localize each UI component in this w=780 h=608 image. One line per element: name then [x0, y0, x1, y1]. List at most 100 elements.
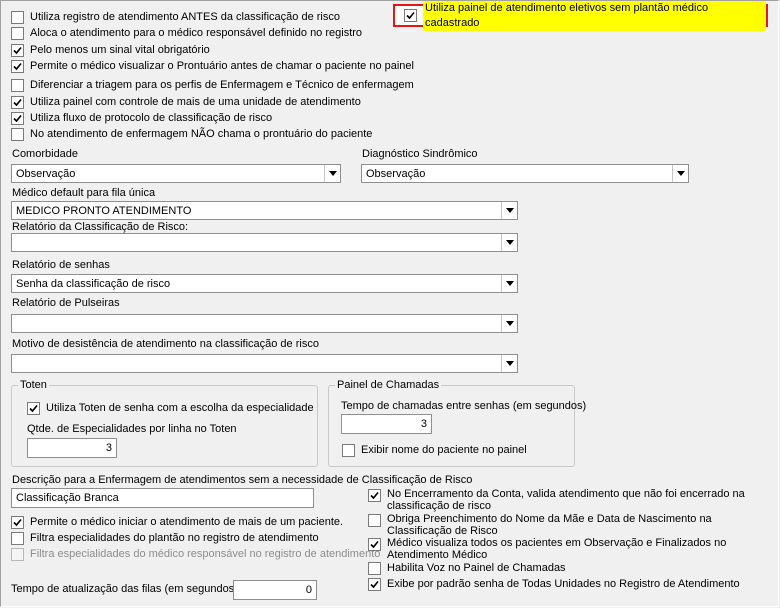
toten-group-title: Toten [18, 379, 49, 392]
checkbox-label: No atendimento de enfermagem NÃO chama o… [30, 128, 373, 140]
checkmark-icon [370, 580, 379, 588]
checkbox-checkboxes-top-2[interactable]: Pelo menos um sinal vital obrigatório [11, 43, 210, 57]
checkbox-box[interactable] [11, 59, 24, 73]
checkbox-box[interactable] [11, 43, 24, 57]
descricao-input[interactable]: Classificação Branca [11, 488, 314, 508]
checkbox-box[interactable] [11, 111, 24, 125]
checkbox-box [11, 547, 24, 561]
relatorio-pulseiras-select[interactable] [11, 314, 518, 333]
checkmark-icon [29, 404, 38, 412]
checkbox-checkboxes-top-3[interactable]: Permite o médico visualizar o Prontuário… [11, 59, 414, 73]
checkbox-painel-eletivos-label: Utiliza painel de atendimento eletivos s… [423, 0, 766, 31]
diagnostico-value: Observação [366, 167, 426, 180]
checkbox-painel-eletivos[interactable]: Utiliza painel de atendimento eletivos s… [395, 0, 766, 31]
relatorio-senhas-label: Relatório de senhas [12, 259, 110, 271]
relatorio-classificacao-select[interactable] [11, 233, 518, 252]
descricao-label: Descrição para a Enfermagem de atendimen… [12, 474, 473, 486]
checkbox-label: Filtra especialidades do plantão no regi… [30, 532, 319, 544]
comorbidade-dropdown-button[interactable] [324, 165, 340, 182]
diagnostico-dropdown-button[interactable] [672, 165, 688, 182]
checkbox-checkboxes-bottom-left-0[interactable]: Permite o médico iniciar o atendimento d… [11, 515, 343, 529]
checkbox-checkboxes-bottom-left-2: Filtra especialidades do médico responsá… [11, 547, 380, 561]
checkbox-checkboxes-bottom-right-0[interactable]: No Encerramento da Conta, valida atendim… [368, 488, 772, 512]
comorbidade-value: Observação [16, 167, 76, 180]
checkbox-checkboxes-top-7[interactable]: No atendimento de enfermagem NÃO chama o… [11, 127, 372, 141]
checkbox-label: Utiliza fluxo de protocolo de classifica… [30, 112, 273, 124]
checkmark-icon [13, 46, 22, 54]
chevron-down-icon [505, 281, 514, 286]
motivo-desistencia-label: Motivo de desistência de atendimento na … [12, 338, 319, 350]
checkbox-checkboxes-bottom-right-1[interactable]: Obriga Preenchimento do Nome da Mãe e Da… [368, 513, 772, 537]
diagnostico-select[interactable]: Observação [361, 164, 689, 183]
checkbox-box[interactable] [11, 78, 24, 92]
chevron-down-icon [505, 240, 514, 245]
checkbox-checkboxes-bottom-right-3[interactable]: Habilita Voz no Painel de Chamadas [368, 561, 566, 575]
checkbox-box[interactable] [368, 489, 381, 502]
checkbox-box[interactable] [11, 10, 24, 24]
relatorio-senhas-select[interactable]: Senha da classificação de risco [11, 274, 518, 293]
highlight-box: Utiliza painel de atendimento eletivos s… [393, 0, 768, 31]
chevron-down-icon [505, 208, 514, 213]
checkbox-checkboxes-top-0[interactable]: Utiliza registro de atendimento ANTES da… [11, 10, 340, 24]
checkbox-label: Médico visualiza todos os pacientes em O… [387, 537, 727, 561]
checkbox-box[interactable] [368, 538, 381, 551]
diagnostico-label: Diagnóstico Sindrômico [362, 148, 478, 160]
relatorio-pulseiras-label: Relatório de Pulseiras [12, 297, 120, 309]
checkbox-checkboxes-bottom-right-2[interactable]: Médico visualiza todos os pacientes em O… [368, 537, 772, 561]
checkbox-painel-eletivos-box[interactable] [404, 9, 417, 22]
checkbox-toten-especialidade-box[interactable] [27, 401, 40, 415]
checkmark-icon [13, 62, 22, 70]
checkbox-box[interactable] [11, 127, 24, 141]
tempo-chamadas-input[interactable]: 3 [341, 414, 432, 434]
checkbox-label: Pelo menos um sinal vital obrigatório [30, 44, 210, 56]
relatorio-senhas-dropdown-button[interactable] [501, 275, 517, 292]
checkbox-exibir-nome-label: Exibir nome do paciente no painel [361, 444, 527, 456]
medico-default-select[interactable]: MEDICO PRONTO ATENDIMENTO [11, 201, 518, 220]
checkbox-checkboxes-top-6[interactable]: Utiliza fluxo de protocolo de classifica… [11, 111, 272, 125]
qtde-especialidades-input[interactable]: 3 [27, 438, 117, 458]
checkbox-exibir-nome-box[interactable] [342, 443, 355, 457]
checkbox-box[interactable] [11, 95, 24, 109]
checkbox-checkboxes-top-1[interactable]: Aloca o atendimento para o médico respon… [11, 26, 362, 40]
relatorio-classificacao-dropdown-button[interactable] [501, 234, 517, 251]
checkbox-checkboxes-top-4[interactable]: Diferenciar a triagem para os perfis de … [11, 78, 414, 92]
comorbidade-select[interactable]: Observação [11, 164, 341, 183]
checkbox-box[interactable] [368, 514, 381, 527]
checkbox-toten-especialidade[interactable]: Utiliza Toten de senha com a escolha da … [27, 401, 314, 415]
checkbox-exibir-nome[interactable]: Exibir nome do paciente no painel [342, 443, 527, 457]
chevron-down-icon [328, 171, 337, 176]
checkbox-box[interactable] [368, 561, 381, 575]
checkbox-label: Permite o médico visualizar o Prontuário… [30, 60, 414, 72]
checkbox-checkboxes-bottom-right-4[interactable]: Exibe por padrão senha de Todas Unidades… [368, 577, 740, 591]
checkbox-label: Diferenciar a triagem para os perfis de … [30, 79, 414, 91]
relatorio-senhas-value: Senha da classificação de risco [16, 277, 171, 290]
motivo-desistencia-dropdown-button[interactable] [501, 355, 517, 372]
comorbidade-label: Comorbidade [12, 148, 79, 160]
checkbox-box[interactable] [11, 26, 24, 40]
checkbox-label: No Encerramento da Conta, valida atendim… [387, 488, 745, 512]
checkbox-checkboxes-bottom-left-1[interactable]: Filtra especialidades do plantão no regi… [11, 531, 319, 545]
checkmark-icon [13, 98, 22, 106]
medico-default-label: Médico default para fila única [12, 187, 156, 199]
motivo-desistencia-select[interactable] [11, 354, 518, 373]
tempo-chamadas-label: Tempo de chamadas entre senhas (em segun… [341, 400, 587, 412]
qtde-especialidades-label: Qtde. de Especialidades por linha no Tot… [27, 423, 237, 435]
relatorio-pulseiras-dropdown-button[interactable] [501, 315, 517, 332]
checkbox-box[interactable] [11, 515, 24, 529]
chevron-down-icon [676, 171, 685, 176]
checkbox-toten-especialidade-label: Utiliza Toten de senha com a escolha da … [46, 402, 314, 414]
checkbox-box[interactable] [368, 577, 381, 591]
checkbox-box[interactable] [11, 531, 24, 545]
checkbox-label: Habilita Voz no Painel de Chamadas [387, 562, 566, 574]
checkmark-icon [370, 540, 379, 549]
painel-group-title: Painel de Chamadas [335, 379, 442, 392]
tempo-atualizacao-input[interactable]: 0 [233, 580, 317, 600]
checkmark-icon [370, 491, 379, 500]
checkbox-label: Permite o médico iniciar o atendimento d… [30, 516, 344, 528]
checkbox-checkboxes-top-5[interactable]: Utiliza painel com controle de mais de u… [11, 95, 361, 109]
medico-default-dropdown-button[interactable] [501, 202, 517, 219]
checkbox-label: Utiliza registro de atendimento ANTES da… [30, 11, 340, 23]
chevron-down-icon [505, 361, 514, 366]
checkbox-label: Obriga Preenchimento do Nome da Mãe e Da… [387, 513, 712, 537]
checkmark-icon [13, 518, 22, 526]
